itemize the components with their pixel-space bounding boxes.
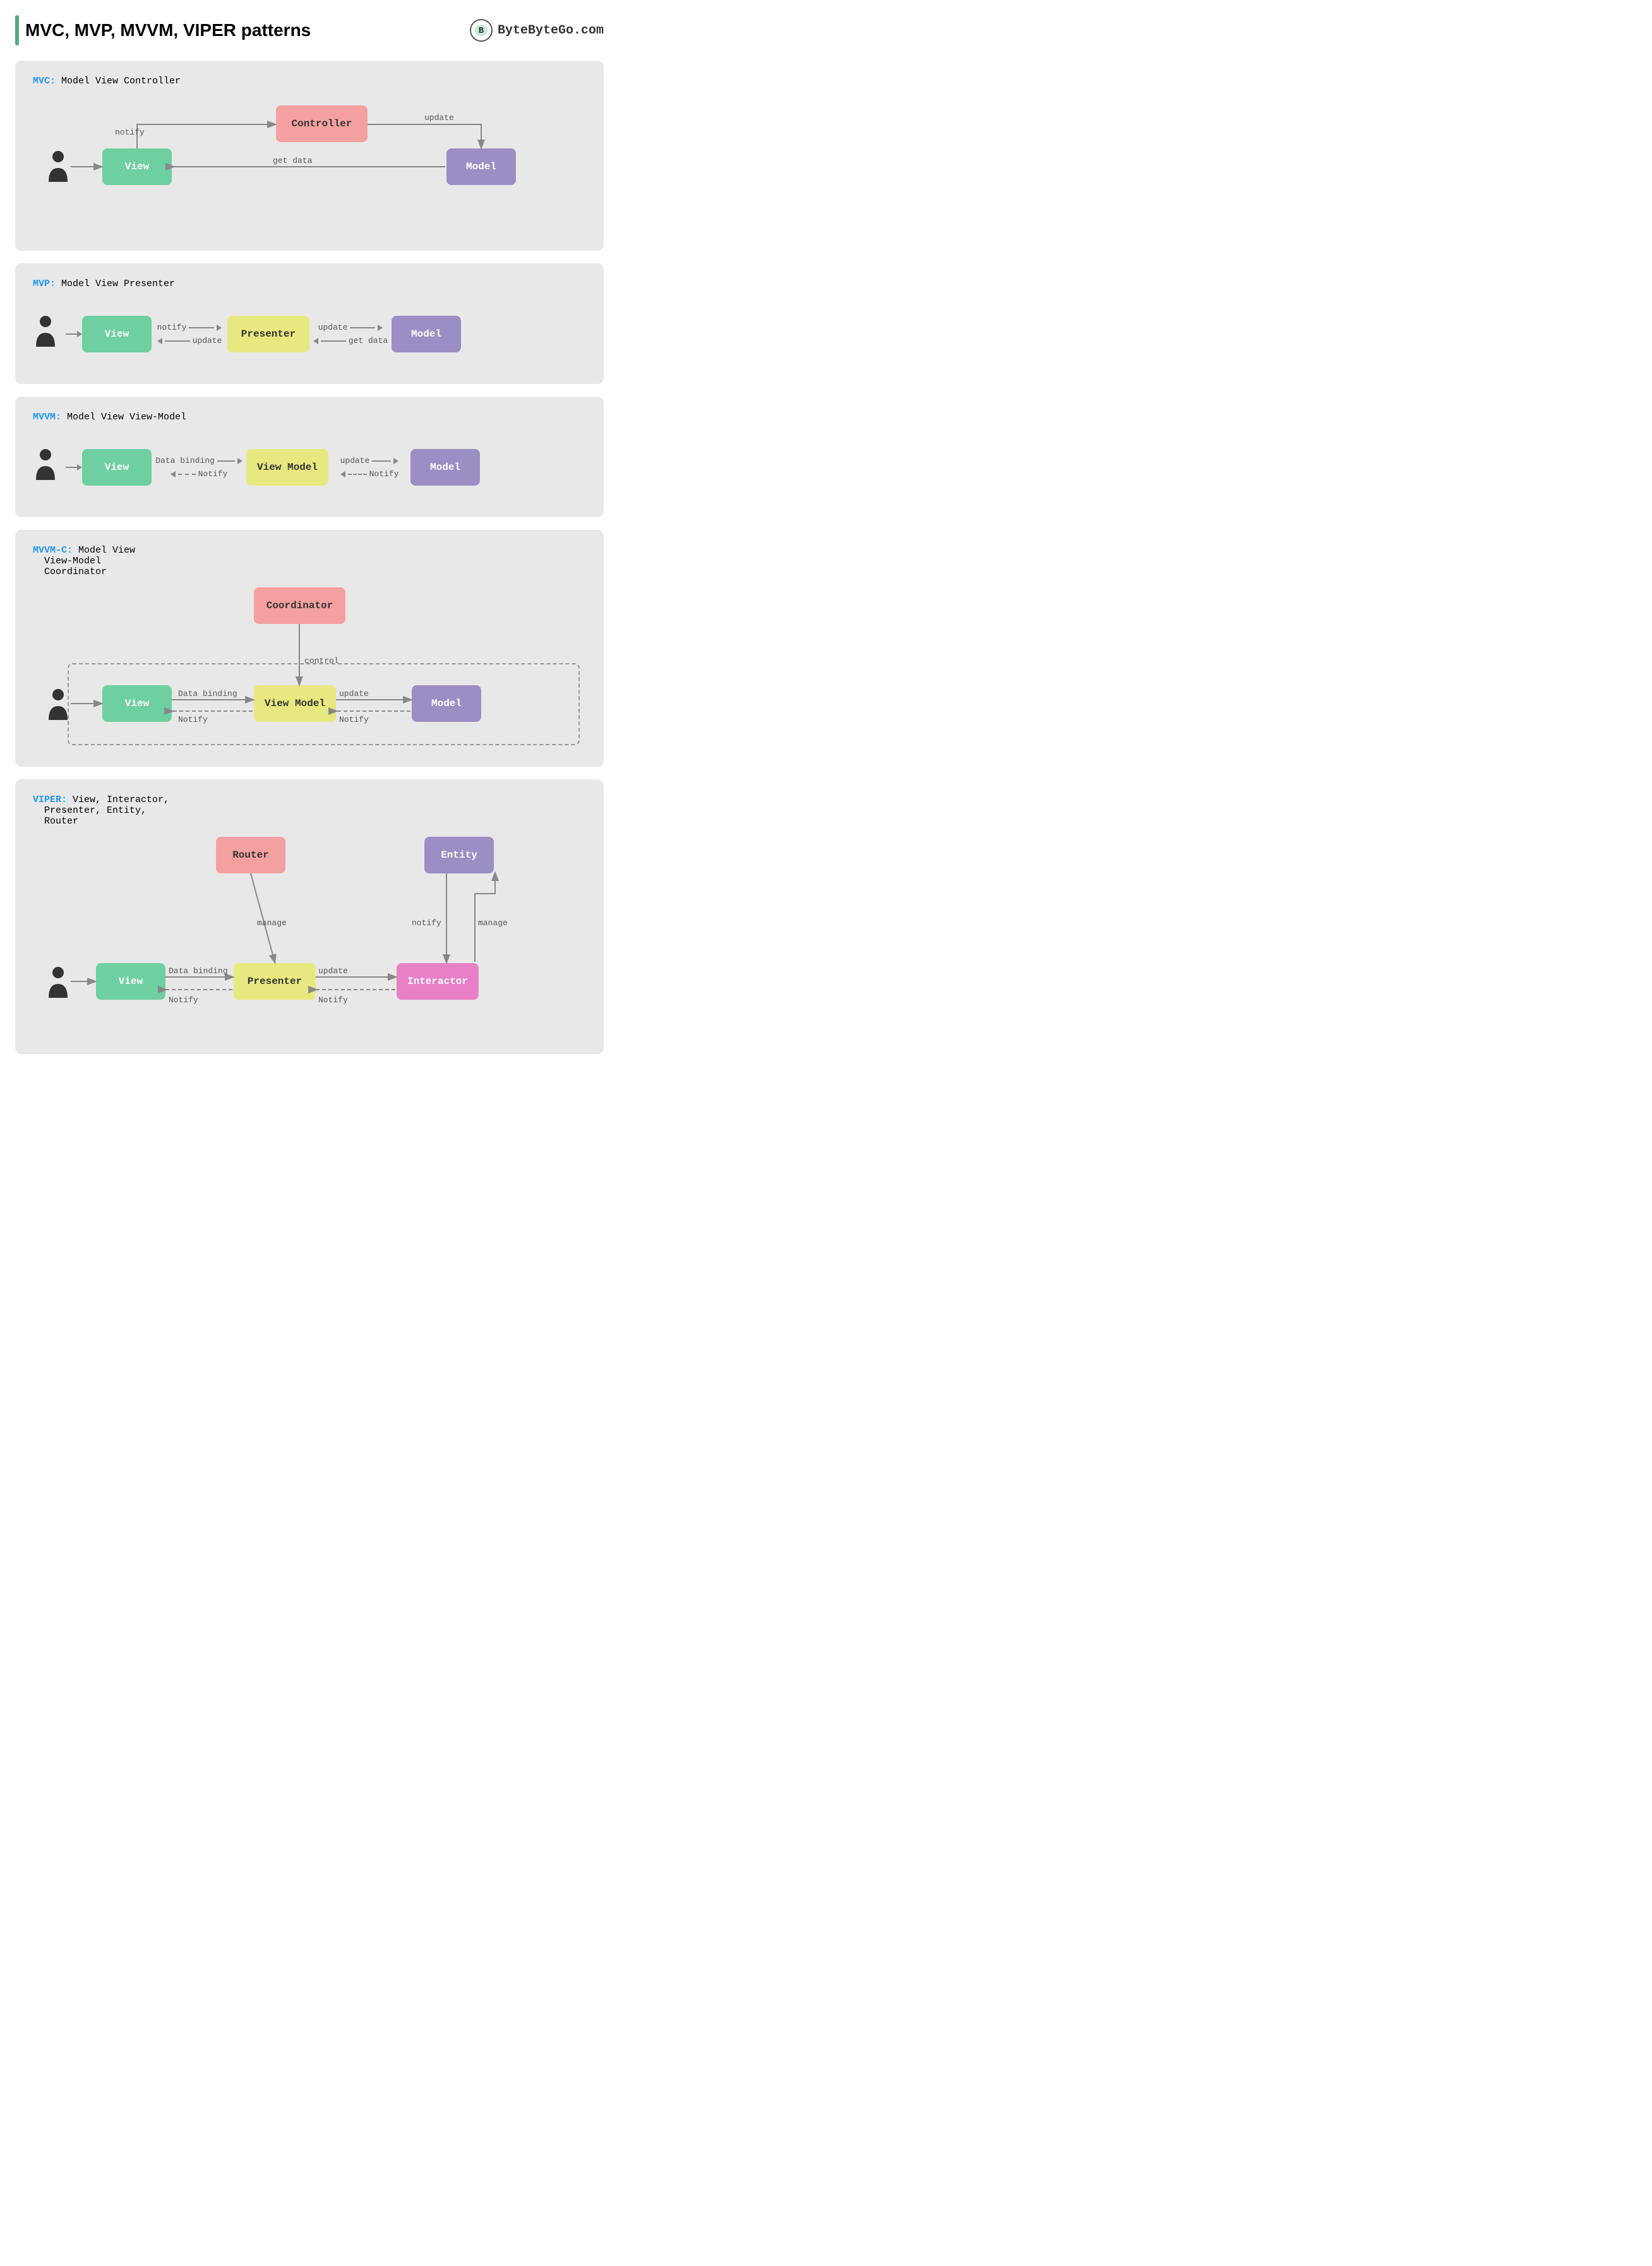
mvp-view-presenter-arrows: notify update	[152, 323, 227, 345]
viper-diagram: Router Entity View Presenter Interactor	[33, 837, 586, 1039]
viper-entity-box: Entity	[424, 837, 494, 873]
mvp-diagram: View notify update Presenter upda	[33, 299, 586, 369]
mvvm-view-box: View	[82, 449, 152, 486]
mvvm-vm-model-arrows: update Notify	[328, 456, 410, 479]
svg-text:notify: notify	[412, 918, 441, 928]
mvvm-model-box: Model	[410, 449, 480, 486]
page-header: MVC, MVP, MVVM, VIPER patterns B ByteByt…	[15, 15, 604, 45]
svg-text:Notify: Notify	[318, 995, 348, 1005]
viper-section: VIPER: View, Interactor, Presenter, Enti…	[15, 779, 604, 1054]
title-accent-bar	[15, 15, 19, 45]
mvc-model-box: Model	[446, 148, 516, 185]
mvvm-view-vm-arrows: Data binding Notify	[152, 456, 246, 479]
mvvmc-label: MVVM-C: Model View View-Model Coordinato…	[33, 545, 586, 577]
viper-router-box: Router	[216, 837, 285, 873]
mvvm-label: MVVM: Model View View-Model	[33, 412, 586, 423]
mvp-view-box: View	[82, 316, 152, 352]
svg-text:update: update	[424, 113, 454, 123]
svg-text:B: B	[479, 26, 484, 36]
mvp-acronym: MVP:	[33, 279, 56, 289]
logo: B ByteByteGo.com	[470, 19, 604, 42]
viper-person	[45, 966, 71, 1004]
mvp-person	[33, 315, 58, 353]
viper-interactor-box: Interactor	[397, 963, 479, 1000]
svg-text:Data binding: Data binding	[169, 966, 228, 976]
mvp-update-label: update	[193, 336, 222, 345]
mvvm-viewmodel-box: View Model	[246, 449, 328, 486]
mvvmc-coordinator-box: Coordinator	[254, 587, 345, 624]
svg-text:manage: manage	[257, 918, 287, 928]
mvp-update2-label: update	[318, 323, 348, 332]
mvp-section: MVP: Model View Presenter View notify	[15, 263, 604, 384]
mvc-view-box: View	[102, 148, 172, 185]
svg-text:notify: notify	[115, 128, 145, 137]
mvp-presenter-box: Presenter	[227, 316, 309, 352]
viper-presenter-box: Presenter	[234, 963, 316, 1000]
mvp-person-arrow	[66, 331, 82, 337]
svg-text:get data: get data	[273, 156, 313, 165]
mvp-get-data-label: get data	[349, 336, 388, 345]
mvp-full-label: Model View Presenter	[61, 279, 175, 289]
mvvmc-model-box: Model	[412, 685, 481, 722]
mvc-section: MVC: Model View Controller View Controll…	[15, 61, 604, 251]
mvc-person	[45, 150, 71, 188]
viper-acronym: VIPER:	[33, 794, 67, 805]
mvp-label: MVP: Model View Presenter	[33, 279, 586, 289]
mvc-controller-box: Controller	[276, 105, 368, 142]
svg-text:Notify: Notify	[169, 995, 198, 1005]
mvvmc-viewmodel-box: View Model	[254, 685, 336, 722]
mvc-label: MVC: Model View Controller	[33, 76, 586, 87]
viper-arrows: manage notify manage Data binding Notify…	[33, 837, 586, 1039]
mvvmc-diagram: Coordinator View View Model Model	[33, 587, 586, 752]
mvc-acronym: MVC:	[33, 76, 56, 87]
viper-label: VIPER: View, Interactor, Presenter, Enti…	[33, 794, 586, 827]
mvvm-update-label: update	[340, 456, 370, 465]
page-title: MVC, MVP, MVVM, VIPER patterns	[25, 20, 311, 40]
logo-icon: B	[470, 19, 493, 42]
mvvm-data-binding-label: Data binding	[155, 456, 215, 465]
mvvmc-acronym: MVVM-C:	[33, 545, 73, 556]
mvvmc-view-box: View	[102, 685, 172, 722]
mvvm-section: MVVM: Model View View-Model View Data bi…	[15, 397, 604, 517]
mvc-diagram: View Controller Model notify update get …	[33, 97, 586, 236]
mvvm-notify2-label: Notify	[369, 469, 399, 479]
mvvm-diagram: View Data binding Notify View Model upda…	[33, 433, 586, 502]
mvvm-notify-label: Notify	[198, 469, 228, 479]
mvvmc-person	[45, 688, 71, 726]
mvc-full-label: Model View Controller	[61, 76, 181, 87]
mvvmc-section: MVVM-C: Model View View-Model Coordinato…	[15, 530, 604, 767]
svg-text:manage: manage	[478, 918, 508, 928]
mvvm-person	[33, 448, 58, 486]
logo-text: ByteByteGo.com	[498, 23, 604, 38]
mvp-model-box: Model	[392, 316, 461, 352]
svg-text:update: update	[318, 966, 348, 976]
mvp-notify-label: notify	[157, 323, 187, 332]
mvvm-full-label: Model View View-Model	[67, 412, 186, 423]
mvvm-person-arrow	[66, 464, 82, 471]
viper-view-box: View	[96, 963, 165, 1000]
mvvm-acronym: MVVM:	[33, 412, 61, 423]
mvp-presenter-model-arrows: update get data	[309, 323, 392, 345]
